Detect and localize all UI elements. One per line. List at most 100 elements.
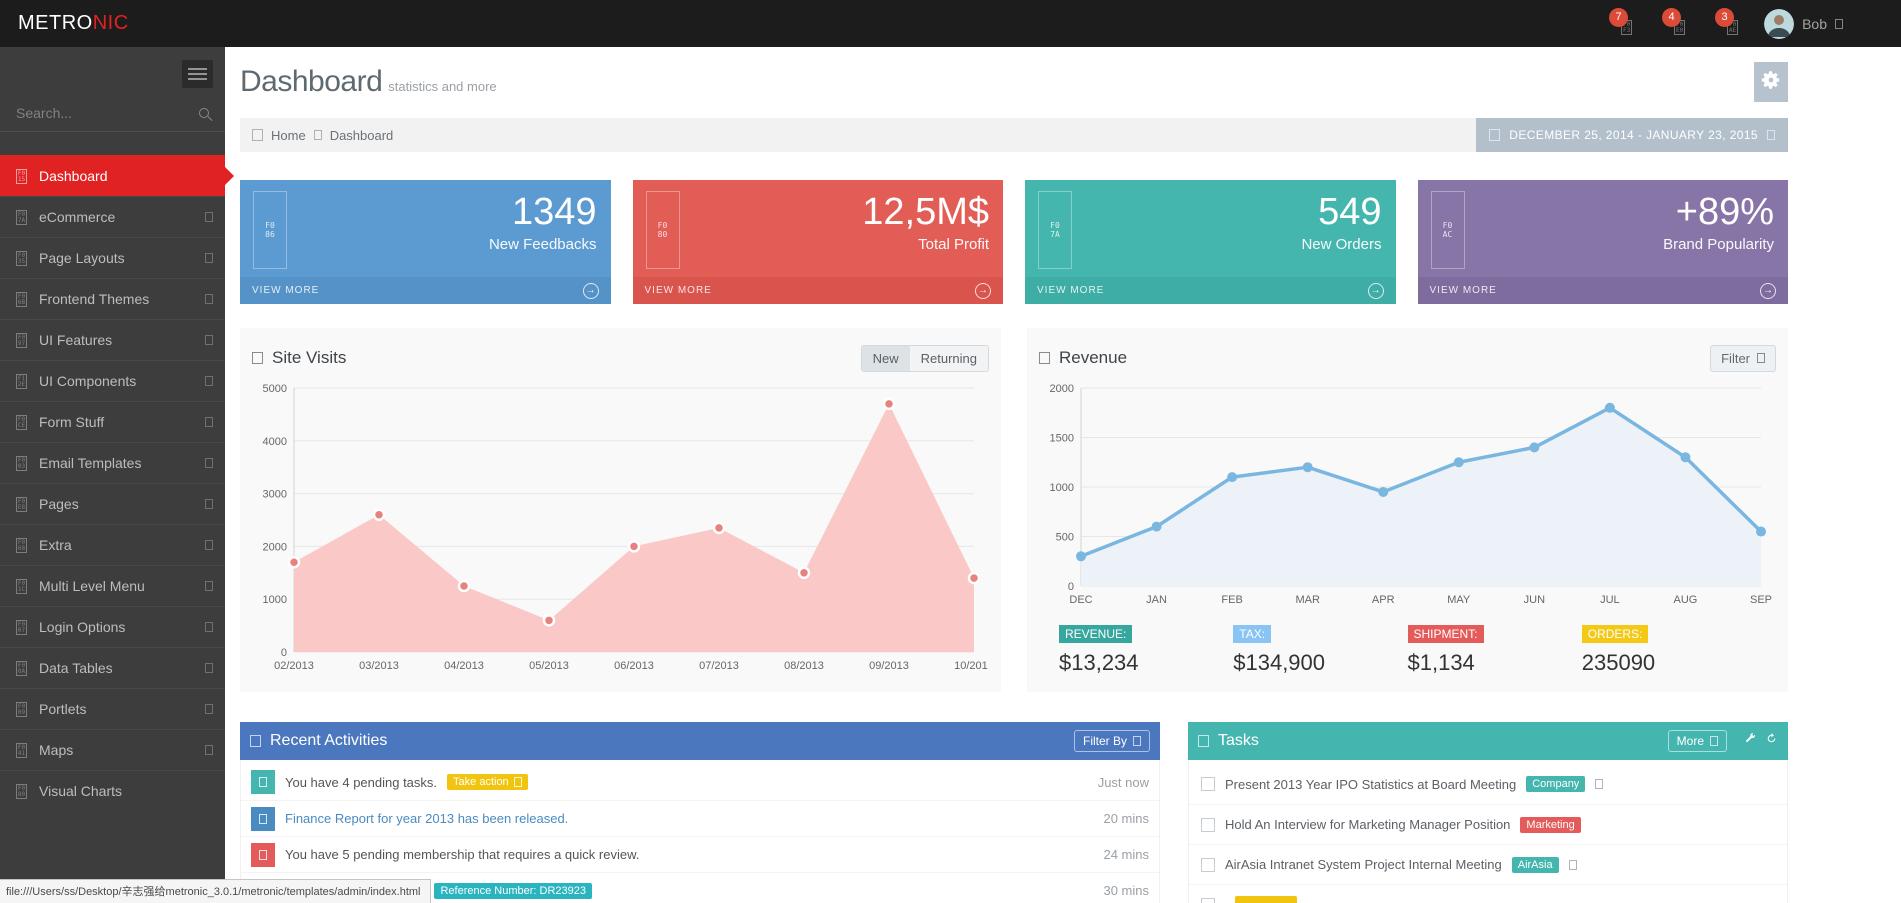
task-text: Hold An Interview for Marketing Manager … xyxy=(1225,817,1510,832)
envelope-icon: F003 xyxy=(16,456,27,471)
returning-visitors-button[interactable]: Returning xyxy=(910,346,988,371)
stat-card-new-feedbacks: F086 1349 New Feedbacks VIEW MORE → xyxy=(240,180,611,304)
svg-text:DEC: DEC xyxy=(1069,594,1092,606)
chevron-icon[interactable] xyxy=(1595,779,1603,789)
sidebar-item-ecommerce[interactable]: F07A eCommerce xyxy=(0,196,225,237)
arrow-circle-right-icon: → xyxy=(975,283,991,299)
wrench-icon[interactable] xyxy=(1744,732,1757,750)
table-icon: F0CE xyxy=(16,415,27,430)
sidebar-item-form-stuff[interactable]: F0CE Form Stuff xyxy=(0,401,225,442)
svg-text:09/2013: 09/2013 xyxy=(869,660,909,672)
stat-value: $1,134 xyxy=(1408,650,1582,676)
comments-icon: F086 xyxy=(253,191,287,269)
stat-value: +89% xyxy=(1676,190,1774,234)
stat-card-body: F07A 549 New Orders xyxy=(1025,180,1396,277)
activity-time: 24 mins xyxy=(1103,847,1149,862)
new-visitors-button[interactable]: New xyxy=(862,346,910,371)
sidebar-item-login-options[interactable]: F007 Login Options xyxy=(0,606,225,647)
svg-text:5000: 5000 xyxy=(263,383,287,395)
sidebar-item-visual-charts[interactable]: F080 Visual Charts xyxy=(0,770,225,811)
breadcrumb: Home Dashboard DECEMBER 25, 2014 - JANUA… xyxy=(240,118,1788,152)
chevron-down-icon xyxy=(1767,130,1775,140)
sidebar-item-pages[interactable]: F0E8 Pages xyxy=(0,483,225,524)
task-checkbox[interactable] xyxy=(1201,818,1215,832)
reference-number-badge[interactable]: Reference Number: DR23923 xyxy=(434,883,592,899)
sidebar-item-portlets[interactable]: F009 Portlets xyxy=(0,688,225,729)
activity-row[interactable]: You have 5 pending membership that requi… xyxy=(241,836,1159,872)
bottom-row: Recent Activities Filter By You have 4 p… xyxy=(240,722,1788,903)
task-checkbox[interactable] xyxy=(1201,858,1215,872)
revenue-stat: REVENUE: $13,234 xyxy=(1059,625,1233,676)
page-subtitle: statistics and more xyxy=(388,79,496,94)
refresh-icon[interactable] xyxy=(1765,732,1778,750)
task-checkbox[interactable] xyxy=(1201,898,1215,903)
sidebar-item-maps[interactable]: F041 Maps xyxy=(0,729,225,770)
filter-by-button[interactable]: Filter By xyxy=(1074,730,1150,752)
user-menu[interactable]: Bob xyxy=(1764,9,1843,39)
activity-link[interactable]: Finance Report for year 2013 has been re… xyxy=(285,811,568,826)
file-icon xyxy=(251,807,275,831)
chevron-icon xyxy=(205,417,213,427)
sidebar-toggler[interactable] xyxy=(182,60,213,88)
chevron-icon[interactable] xyxy=(1569,860,1577,870)
cart-icon: F07A xyxy=(16,210,27,225)
logo-text-accent: NIC xyxy=(93,12,129,34)
avatar xyxy=(1764,9,1794,39)
filter-button[interactable]: Filter xyxy=(1710,345,1776,372)
view-more-button[interactable]: VIEW MORE → xyxy=(240,277,611,304)
sidebar-item-label: UI Components xyxy=(39,373,193,389)
sidebar-item-ui-features[interactable]: F097 UI Features xyxy=(0,319,225,360)
task-badge: Company xyxy=(1526,776,1585,792)
tasks-button[interactable]: 3 F0AE xyxy=(1711,12,1738,35)
svg-text:2000: 2000 xyxy=(263,541,287,553)
gift-icon: F06B xyxy=(16,292,27,307)
date-range-picker[interactable]: DECEMBER 25, 2014 - JANUARY 23, 2015 xyxy=(1476,118,1788,152)
user-icon xyxy=(251,843,275,867)
app-logo[interactable]: METRONIC xyxy=(18,12,129,35)
svg-text:JUN: JUN xyxy=(1524,594,1545,606)
panel-title: Recent Activities xyxy=(270,732,387,750)
svg-text:05/2013: 05/2013 xyxy=(529,660,569,672)
tax-stat: TAX: $134,900 xyxy=(1233,625,1407,676)
search-input[interactable] xyxy=(16,105,199,121)
task-checkbox[interactable] xyxy=(1201,777,1215,791)
bar-chart-icon: F080 xyxy=(646,191,680,269)
stat-badge: TAX: xyxy=(1233,625,1271,643)
sidebar-item-page-layouts[interactable]: F035 Page Layouts xyxy=(0,237,225,278)
notifications-button[interactable]: 7 F0F3 xyxy=(1605,12,1632,35)
revenue-portlet: Revenue Filter 0500100015002000DECJANFEB… xyxy=(1027,328,1788,692)
task-row: AirAsia Intranet System Project Internal… xyxy=(1189,844,1787,884)
sidebar-item-label: Multi Level Menu xyxy=(39,578,193,594)
chevron-icon xyxy=(205,335,213,345)
activity-row[interactable]: Finance Report for year 2013 has been re… xyxy=(241,800,1159,836)
take-action-badge[interactable]: Take action xyxy=(447,774,528,790)
sidebar-item-data-tables[interactable]: F00A Data Tables xyxy=(0,647,225,688)
search-icon[interactable] xyxy=(199,108,209,118)
settings-button[interactable] xyxy=(1754,62,1788,102)
activity-row[interactable]: You have 4 pending tasks. Take action Ju… xyxy=(241,764,1159,800)
sidebar-item-ui-components[interactable]: F12E UI Components xyxy=(0,360,225,401)
more-button[interactable]: More xyxy=(1668,730,1727,752)
inbox-button[interactable]: 4 F0E0 xyxy=(1658,12,1685,35)
sidebar-item-label: Portlets xyxy=(39,701,193,717)
sidebar-item-label: Page Layouts xyxy=(39,250,193,266)
sidebar-item-label: Data Tables xyxy=(39,660,193,676)
view-more-button[interactable]: VIEW MORE → xyxy=(633,277,1004,304)
svg-text:MAY: MAY xyxy=(1447,594,1471,606)
recent-activities-panel: Recent Activities Filter By You have 4 p… xyxy=(240,722,1160,903)
more-label: More xyxy=(1677,734,1704,748)
chevron-icon xyxy=(205,253,213,263)
sidebar-item-email-templates[interactable]: F003 Email Templates xyxy=(0,442,225,483)
sidebar-item-multi-level-menu[interactable]: F01C Multi Level Menu xyxy=(0,565,225,606)
svg-text:1000: 1000 xyxy=(263,594,287,606)
sidebar-item-frontend-themes[interactable]: F06B Frontend Themes xyxy=(0,278,225,319)
stat-card-brand-popularity: F0AC +89% Brand Popularity VIEW MORE → xyxy=(1418,180,1789,304)
sidebar-item-extra[interactable]: F068 Extra xyxy=(0,524,225,565)
chart-icon: F080 xyxy=(16,784,27,799)
tasks-count-badge: 3 xyxy=(1715,8,1734,27)
view-more-button[interactable]: VIEW MORE → xyxy=(1418,277,1789,304)
sidebar-item-dashboard[interactable]: F015 Dashboard xyxy=(0,155,225,196)
breadcrumb-home[interactable]: Home xyxy=(271,128,306,143)
site-visits-chart: 01000200030004000500002/201303/201304/20… xyxy=(252,378,988,676)
view-more-button[interactable]: VIEW MORE → xyxy=(1025,277,1396,304)
